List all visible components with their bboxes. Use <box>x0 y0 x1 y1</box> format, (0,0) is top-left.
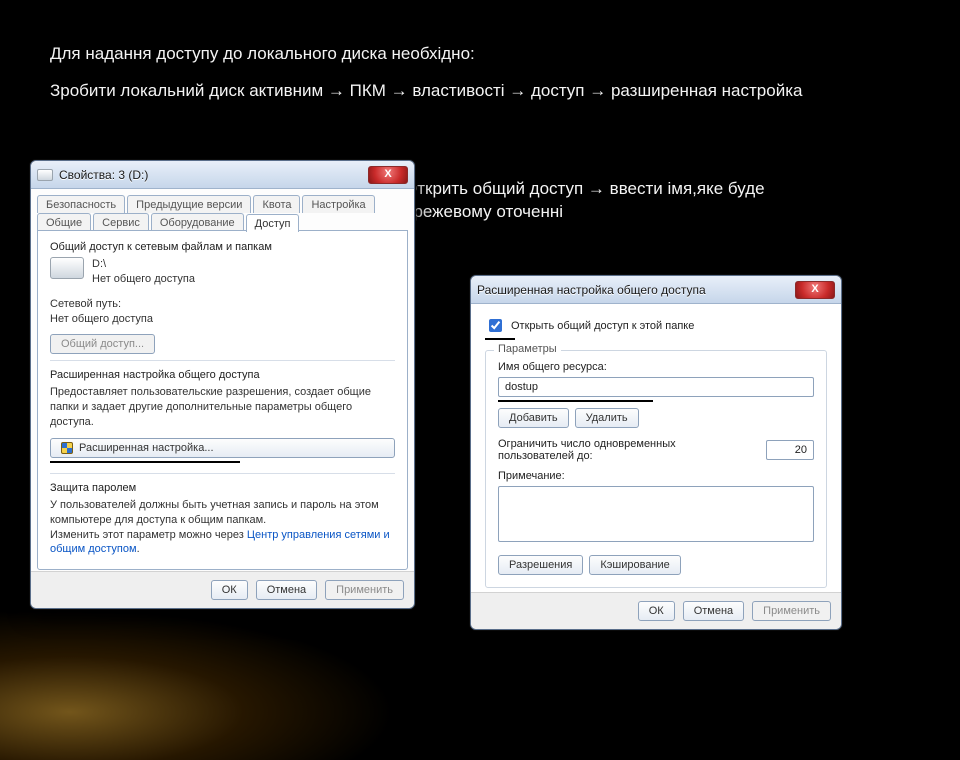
password-desc-a: У пользователей должны быть учетная запи… <box>50 498 395 528</box>
netpath-value: Нет общего доступа <box>50 312 395 327</box>
tab-quota[interactable]: Квота <box>253 195 300 213</box>
annotation-underline <box>498 400 653 402</box>
tab-general[interactable]: Общие <box>37 213 91 231</box>
instruction-line-1: Для надання доступу до локального диска … <box>50 43 475 66</box>
advanced-share-heading: Расширенная настройка общего доступа <box>50 369 395 381</box>
tab-panel-sharing: Общий доступ к сетевым файлам и папкам D… <box>37 230 408 570</box>
parameters-group: Параметры Имя общего ресурса: Добавить У… <box>485 350 827 588</box>
note-textarea[interactable] <box>498 486 814 542</box>
tab-tools[interactable]: Сервис <box>93 213 149 231</box>
instruction-line-2: Зробити локальний диск активним → ПКМ → … <box>50 80 810 103</box>
drive-icon <box>37 169 53 181</box>
titlebar[interactable]: Свойства: 3 (D:) X <box>31 161 414 189</box>
dialog-buttons: ОК Отмена Применить <box>31 571 414 608</box>
tab-hardware[interactable]: Оборудование <box>151 213 244 231</box>
ok-button[interactable]: ОК <box>638 601 675 621</box>
tab-customize[interactable]: Настройка <box>302 195 374 213</box>
delete-button[interactable]: Удалить <box>575 408 639 428</box>
share-name-label: Имя общего ресурса: <box>498 361 814 373</box>
apply-button[interactable]: Применить <box>325 580 404 600</box>
window-title: Свойства: 3 (D:) <box>59 168 368 182</box>
drive-status: Нет общего доступа <box>92 272 195 287</box>
instruction-line-3: Открить общий доступ → ввести імя,яке бу… <box>404 178 844 224</box>
drive-icon <box>50 257 84 279</box>
advanced-settings-button[interactable]: Расширенная настройка... <box>50 438 395 458</box>
password-desc-b: Изменить этот параметр можно через Центр… <box>50 528 395 558</box>
caching-button[interactable]: Кэширование <box>589 555 680 575</box>
password-desc-prefix: Изменить этот параметр можно через <box>50 529 247 541</box>
share-button[interactable]: Общий доступ... <box>50 334 155 354</box>
tab-previous-versions[interactable]: Предыдущие версии <box>127 195 251 213</box>
netpath-label: Сетевой путь: <box>50 297 395 312</box>
drive-path: D:\ <box>92 257 195 272</box>
add-button[interactable]: Добавить <box>498 408 569 428</box>
open-share-checkbox-label: Открыть общий доступ к этой папке <box>511 320 694 332</box>
close-button[interactable]: X <box>795 281 835 299</box>
properties-window: Свойства: 3 (D:) X Безопасность Предыдущ… <box>30 160 415 609</box>
advanced-sharing-window: Расширенная настройка общего доступа X О… <box>470 275 842 630</box>
share-section-heading: Общий доступ к сетевым файлам и папкам <box>50 241 395 253</box>
window-title: Расширенная настройка общего доступа <box>477 283 795 297</box>
permissions-button[interactable]: Разрешения <box>498 555 583 575</box>
open-share-checkbox[interactable]: Открыть общий доступ к этой папке <box>485 316 827 335</box>
share-name-input[interactable] <box>498 377 814 397</box>
tab-sharing[interactable]: Доступ <box>246 214 300 232</box>
limit-label: Ограничить число одновременных пользоват… <box>498 438 718 462</box>
annotation-underline <box>50 461 240 463</box>
open-share-checkbox-input[interactable] <box>489 319 502 332</box>
ok-button[interactable]: ОК <box>211 580 248 600</box>
tab-security[interactable]: Безопасность <box>37 195 125 213</box>
background-flare <box>0 600 420 760</box>
advanced-settings-label: Расширенная настройка... <box>79 442 214 454</box>
titlebar[interactable]: Расширенная настройка общего доступа X <box>471 276 841 304</box>
shield-icon <box>61 442 73 454</box>
limit-input[interactable] <box>766 440 814 460</box>
note-label: Примечание: <box>498 470 814 482</box>
tabs: Безопасность Предыдущие версии Квота Нас… <box>37 195 408 231</box>
advanced-share-desc: Предоставляет пользовательские разрешени… <box>50 385 395 430</box>
annotation-underline <box>485 338 515 340</box>
password-desc-suffix: . <box>137 543 140 555</box>
cancel-button[interactable]: Отмена <box>683 601 744 621</box>
group-legend: Параметры <box>494 343 561 355</box>
apply-button[interactable]: Применить <box>752 601 831 621</box>
password-protect-heading: Защита паролем <box>50 482 395 494</box>
cancel-button[interactable]: Отмена <box>256 580 317 600</box>
dialog-buttons: ОК Отмена Применить <box>471 592 841 629</box>
close-button[interactable]: X <box>368 166 408 184</box>
